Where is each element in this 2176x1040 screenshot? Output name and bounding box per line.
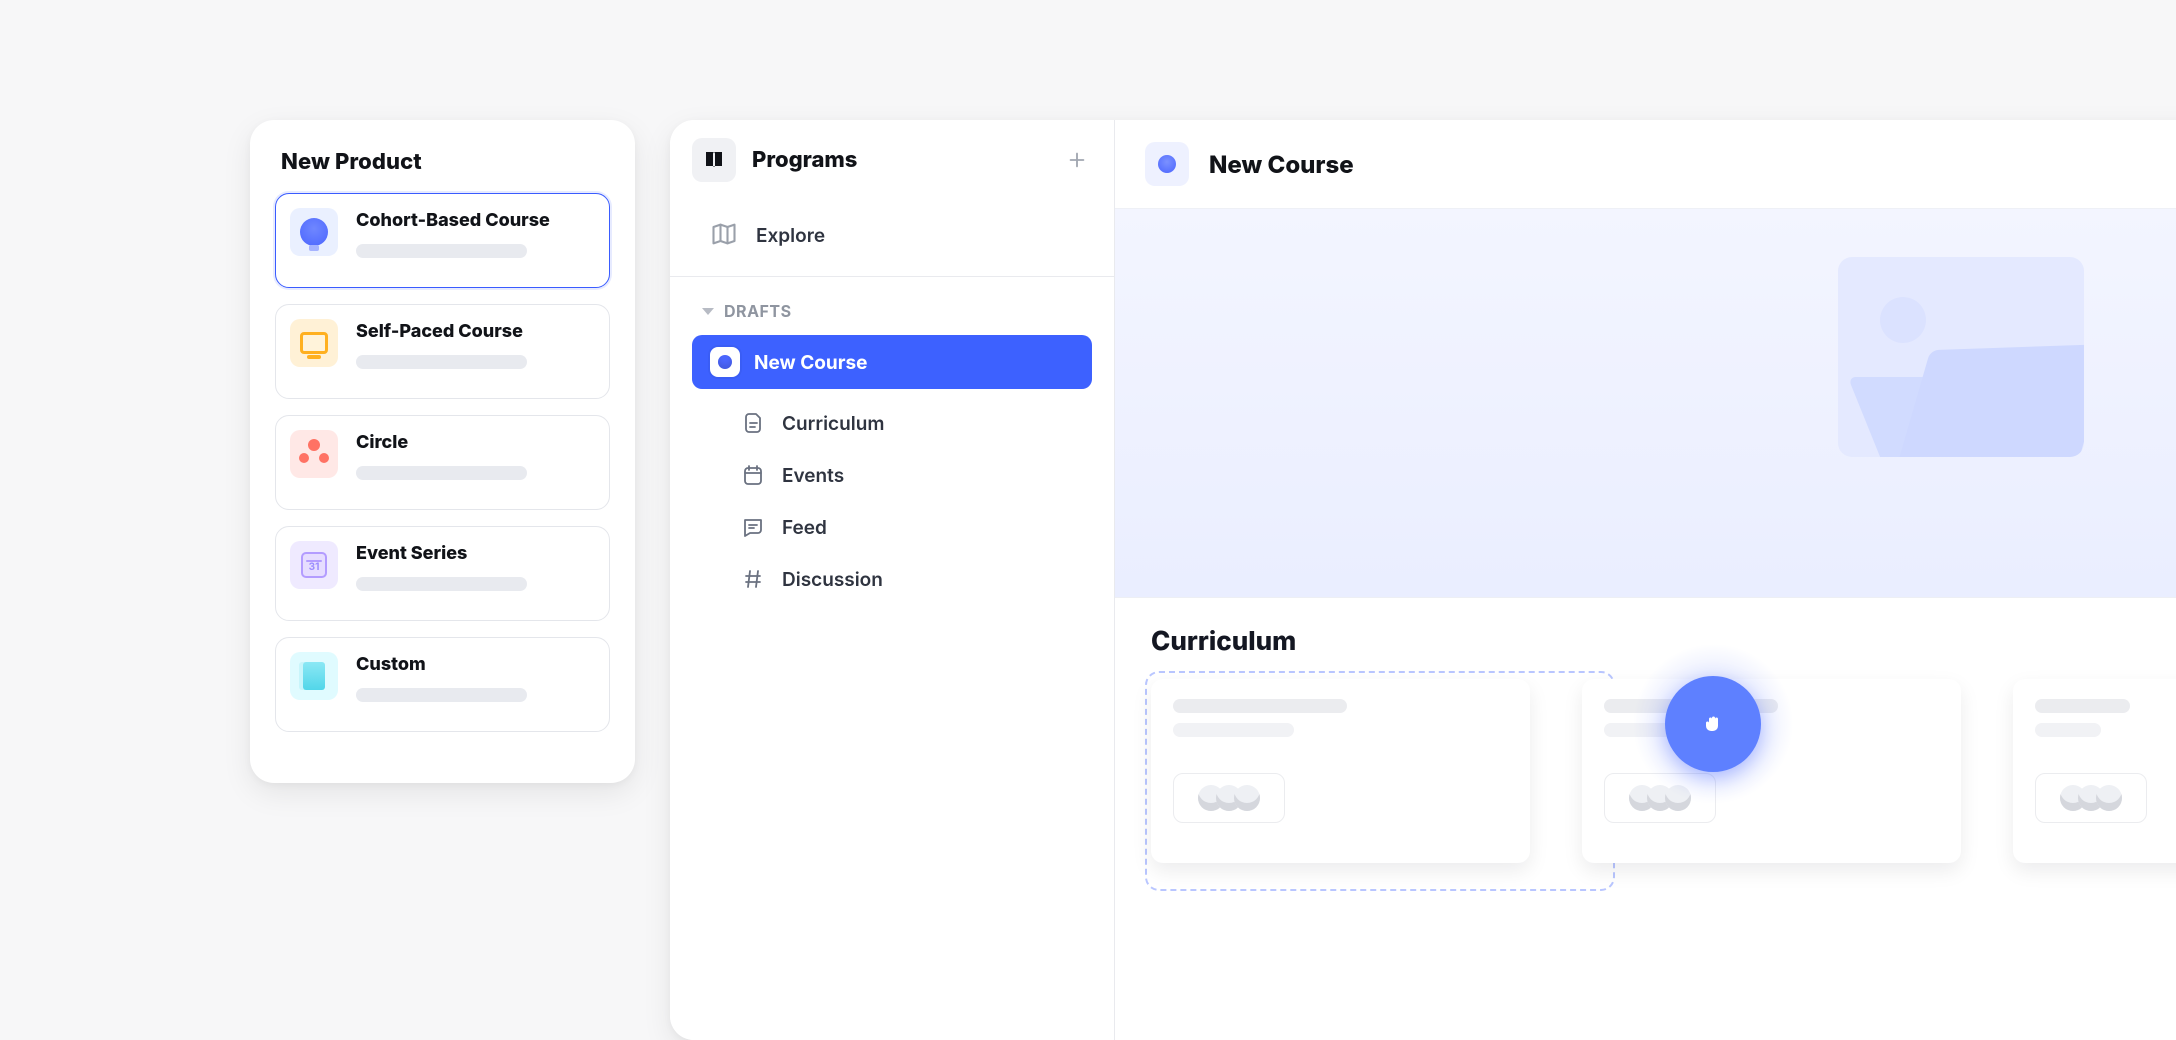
programs-app: Programs Explore DRAFTS New Course — [670, 120, 2176, 1040]
sidebar-item-label: Feed — [782, 516, 827, 539]
people-icon — [290, 430, 338, 478]
skeleton-line — [356, 688, 527, 702]
monitor-icon — [290, 319, 338, 367]
sidebar-item-explore[interactable]: Explore — [670, 200, 1114, 276]
new-product-panel: New Product Cohort-Based Course Self-Pac… — [250, 120, 635, 783]
bulb-icon — [1145, 142, 1189, 186]
sidebar-title: Programs — [752, 147, 1046, 173]
doc-icon — [740, 410, 766, 436]
sidebar-item-label: Explore — [756, 224, 825, 247]
skeleton-line — [1173, 699, 1347, 713]
option-custom[interactable]: Custom — [275, 637, 610, 732]
avatar-placeholder — [2096, 785, 2122, 811]
option-self-paced-course[interactable]: Self-Paced Course — [275, 304, 610, 399]
course-hero — [1115, 208, 2176, 598]
map-icon — [710, 220, 740, 250]
section-label: DRAFTS — [724, 301, 792, 321]
image-placeholder[interactable] — [1838, 257, 2084, 457]
sidebar-item-feed[interactable]: Feed — [740, 501, 1114, 553]
sidebar-item-label: Events — [782, 464, 844, 487]
bulb-icon — [290, 208, 338, 256]
chat-icon — [740, 514, 766, 540]
sidebar-header: Programs — [670, 120, 1114, 200]
course-content: New Course Curriculum — [1115, 120, 2176, 1040]
option-label: Circle — [356, 432, 593, 454]
course-badge-icon — [710, 347, 740, 377]
skeleton-line — [356, 244, 527, 258]
sidebar-item-events[interactable]: Events — [740, 449, 1114, 501]
calendar-icon — [740, 462, 766, 488]
sidebar-item-label: Discussion — [782, 568, 883, 591]
skeleton-line — [2035, 723, 2101, 737]
sidebar-item-label: Curriculum — [782, 412, 884, 435]
curriculum-card[interactable] — [1582, 679, 1961, 863]
skeleton-line — [1173, 723, 1294, 737]
course-header: New Course — [1115, 120, 2176, 208]
chevron-down-icon — [702, 308, 714, 315]
curriculum-card[interactable] — [1151, 679, 1530, 863]
course-title: New Course — [1209, 150, 1354, 179]
grab-cursor-icon — [1701, 712, 1725, 736]
avatar-group — [2035, 773, 2147, 823]
option-label: Self-Paced Course — [356, 321, 593, 343]
sidebar-item-new-course[interactable]: New Course — [692, 335, 1092, 389]
skeleton-line — [356, 355, 527, 369]
drag-indicator — [1632, 643, 1794, 805]
add-program-button[interactable] — [1062, 145, 1092, 175]
image-placeholder-sun — [1880, 297, 1926, 343]
sidebar-item-discussion[interactable]: Discussion — [740, 553, 1114, 605]
hash-icon — [740, 566, 766, 592]
skeleton-line — [356, 577, 527, 591]
drafts-section-header[interactable]: DRAFTS — [670, 277, 1114, 335]
skeleton-line — [2035, 699, 2130, 713]
option-cohort-based-course[interactable]: Cohort-Based Course — [275, 193, 610, 288]
option-label: Cohort-Based Course — [356, 210, 593, 232]
curriculum-card[interactable] — [2013, 679, 2176, 863]
option-label: Event Series — [356, 543, 593, 565]
new-product-title: New Product — [281, 149, 606, 175]
calendar-icon: 31 — [290, 541, 338, 589]
option-event-series[interactable]: 31 Event Series — [275, 526, 610, 621]
sidebar-item-curriculum[interactable]: Curriculum — [740, 397, 1114, 449]
avatar-placeholder — [1234, 785, 1260, 811]
programs-sidebar: Programs Explore DRAFTS New Course — [670, 120, 1115, 1040]
course-sub-nav: Curriculum Events Feed Discussion — [740, 397, 1114, 605]
option-label: Custom — [356, 654, 593, 676]
curriculum-cards — [1115, 671, 2176, 863]
sidebar-item-label: New Course — [754, 351, 867, 374]
option-circle[interactable]: Circle — [275, 415, 610, 510]
avatar-group — [1173, 773, 1285, 823]
book-icon — [692, 138, 736, 182]
skeleton-line — [356, 466, 527, 480]
card-icon — [290, 652, 338, 700]
